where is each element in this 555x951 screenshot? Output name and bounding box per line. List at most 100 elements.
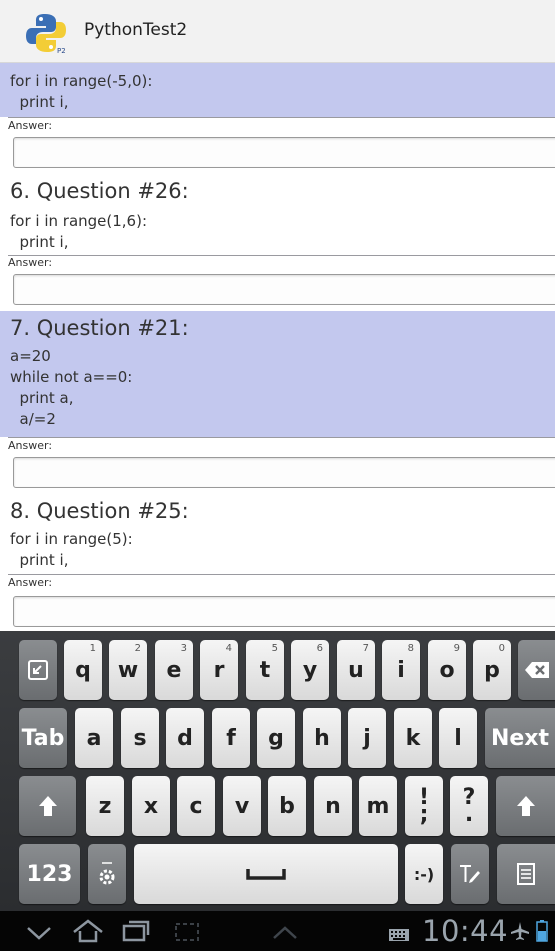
menu-up-icon[interactable] (272, 925, 298, 944)
key-j[interactable]: j (348, 708, 386, 768)
key-label: i (397, 657, 405, 683)
key-p[interactable]: 0p (473, 640, 511, 700)
tab-key[interactable]: Tab (19, 708, 67, 768)
answer-label: Answer: (8, 439, 53, 452)
space-key[interactable] (134, 844, 398, 904)
key-label: m (366, 793, 390, 819)
question-code: for i in range(-5,0): print i, (10, 72, 153, 111)
action-bar: P2 PythonTest2 (0, 0, 555, 63)
smiley-key[interactable]: :-) (405, 844, 443, 904)
key-label: u (348, 657, 364, 683)
answer-input[interactable] (13, 274, 555, 305)
key-hint: 4 (225, 643, 232, 654)
shift-icon (516, 795, 536, 817)
svg-text:P2: P2 (57, 47, 66, 54)
divider (8, 437, 555, 438)
keyboard-switch-key[interactable] (19, 640, 57, 700)
key-v[interactable]: v (223, 776, 261, 836)
key-label: a (86, 725, 102, 751)
home-icon[interactable] (72, 919, 104, 947)
question-block: 8. Question #25: for i in range(5): prin… (0, 494, 555, 574)
divider (8, 117, 555, 118)
key-m[interactable]: m (359, 776, 397, 836)
key-w[interactable]: 2w (109, 640, 147, 700)
key-hint: 5 (271, 643, 278, 654)
key-l[interactable]: l (439, 708, 477, 768)
screenshot-icon[interactable] (174, 922, 200, 946)
key-h[interactable]: h (303, 708, 341, 768)
key-q[interactable]: 1q (64, 640, 102, 700)
key-hint: 1 (89, 643, 96, 654)
key-label: o (439, 657, 455, 683)
settings-key[interactable] (88, 844, 126, 904)
key-label: c (189, 793, 203, 819)
answer-input[interactable] (13, 137, 555, 168)
key-hint: 7 (362, 643, 369, 654)
key-label: n (325, 793, 341, 819)
key-label: g (268, 725, 284, 751)
key-z[interactable]: z (86, 776, 124, 836)
backspace-key[interactable] (518, 640, 555, 700)
answer-label: Answer: (8, 576, 53, 589)
handwriting-icon (458, 863, 482, 885)
key-label: y (302, 657, 318, 683)
airplane-icon (510, 921, 530, 945)
soft-keyboard: 1q 2w 3e 4r 5t 6y 7u 8i 9o 0p Tab a s d … (0, 631, 555, 911)
key-label: f (226, 725, 236, 751)
key-label: q (75, 657, 91, 683)
key-c[interactable]: c (177, 776, 215, 836)
question-block: for i in range(-5,0): print i, (0, 63, 555, 117)
shift-key-left[interactable] (19, 776, 76, 836)
space-icon (246, 867, 286, 881)
key-f[interactable]: f (212, 708, 250, 768)
settings-icon (96, 861, 118, 887)
question-code: a=20 while not a==0: print a, a/=2 (10, 347, 133, 428)
key-g[interactable]: g (257, 708, 295, 768)
key-r[interactable]: 4r (200, 640, 238, 700)
key-u[interactable]: 7u (337, 640, 375, 700)
key-label: k (405, 725, 421, 751)
back-icon[interactable] (26, 925, 52, 944)
key-label: s (133, 725, 147, 751)
key-x[interactable]: x (132, 776, 170, 836)
key-s[interactable]: s (121, 708, 159, 768)
key-label: t (259, 657, 271, 683)
key-question[interactable]: ? . (450, 776, 488, 836)
key-label: r (213, 657, 225, 683)
key-t[interactable]: 5t (246, 640, 284, 700)
question-code: for i in range(5): print i, (10, 530, 133, 569)
shift-key-right[interactable] (496, 776, 555, 836)
question-block: 6. Question #26: for i in range(1,6): pr… (0, 174, 555, 255)
key-exclamation[interactable]: ! ; (405, 776, 443, 836)
divider (8, 255, 555, 256)
recent-apps-icon[interactable] (122, 920, 150, 946)
key-label: p (484, 657, 500, 683)
key-label: b (279, 793, 295, 819)
key-e[interactable]: 3e (155, 640, 193, 700)
key-a[interactable]: a (75, 708, 113, 768)
key-hint: 2 (134, 643, 141, 654)
handwriting-key[interactable] (451, 844, 489, 904)
answer-label: Answer: (8, 119, 53, 132)
key-hint: 3 (180, 643, 187, 654)
key-i[interactable]: 8i (382, 640, 420, 700)
answer-label: Answer: (8, 256, 53, 269)
key-o[interactable]: 9o (428, 640, 466, 700)
backspace-icon (524, 661, 550, 679)
key-n[interactable]: n (314, 776, 352, 836)
answer-input[interactable] (13, 596, 555, 627)
numbers-key[interactable]: 123 (19, 844, 80, 904)
answer-input[interactable] (13, 457, 555, 488)
key-label: :-) (413, 864, 435, 884)
key-b[interactable]: b (268, 776, 306, 836)
keyboard-switch-icon (27, 659, 49, 681)
clipboard-key[interactable] (497, 844, 555, 904)
key-y[interactable]: 6y (291, 640, 329, 700)
question-title: 8. Question #25: (10, 499, 189, 523)
question-title: 6. Question #26: (10, 179, 189, 203)
key-k[interactable]: k (394, 708, 432, 768)
key-d[interactable]: d (166, 708, 204, 768)
question-block: 7. Question #21: a=20 while not a==0: pr… (0, 311, 555, 437)
next-key[interactable]: Next (485, 708, 555, 768)
key-label: ? . (462, 785, 476, 827)
